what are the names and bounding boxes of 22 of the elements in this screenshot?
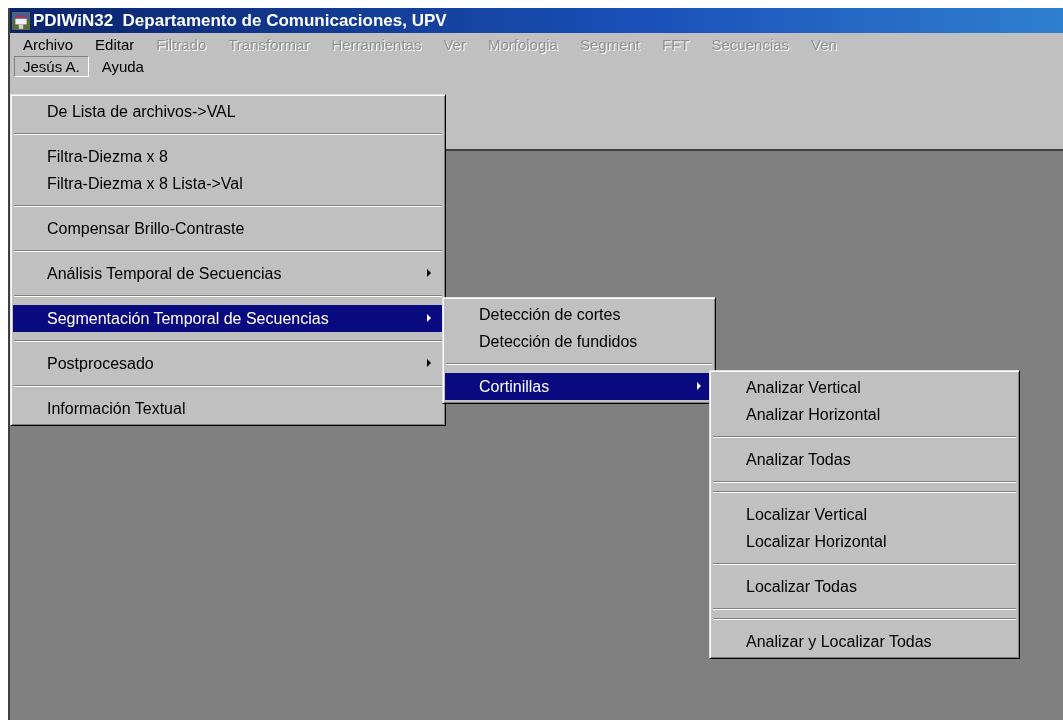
menu-item[interactable]: Información Textual [13,395,443,422]
menu-item[interactable]: Localizar Horizontal [712,528,1017,555]
menu-item[interactable]: Analizar Horizontal [712,401,1017,428]
menu-item[interactable]: Detección de fundidos [445,328,713,355]
menu-bar-item[interactable]: Editar [86,33,144,55]
menu-item[interactable]: Postprocesado [13,350,443,377]
menu-item[interactable]: De Lista de archivos->VAL [13,98,443,125]
menu-item[interactable]: Localizar Todas [712,573,1017,600]
menu-item[interactable]: Analizar Vertical [712,374,1017,401]
menu-item[interactable]: Analizar y Localizar Todas [712,628,1017,655]
menu-item[interactable]: Localizar Vertical [712,501,1017,528]
menu-item[interactable]: Segmentación Temporal de Secuencias [13,305,443,332]
menu-bar-item[interactable]: Archivo [14,33,83,55]
window-title: PDIWiN32 Departamento de Comunicaciones, UPV [33,10,447,31]
menu-bar-item[interactable]: Ayuda [92,55,153,77]
menu-item[interactable]: Analizar Todas [712,446,1017,473]
menu-item[interactable]: Compensar Brillo-Contraste [13,215,443,242]
menu-item[interactable]: Filtra-Diezma x 8 [13,143,443,170]
menu-item[interactable]: Filtra-Diezma x 8 Lista->Val [13,170,443,197]
menu-item[interactable]: Análisis Temporal de Secuencias [13,260,443,287]
menu-bar-item[interactable]: Jesús A. [14,55,89,77]
menu-item[interactable]: Detección de cortes [445,301,713,328]
